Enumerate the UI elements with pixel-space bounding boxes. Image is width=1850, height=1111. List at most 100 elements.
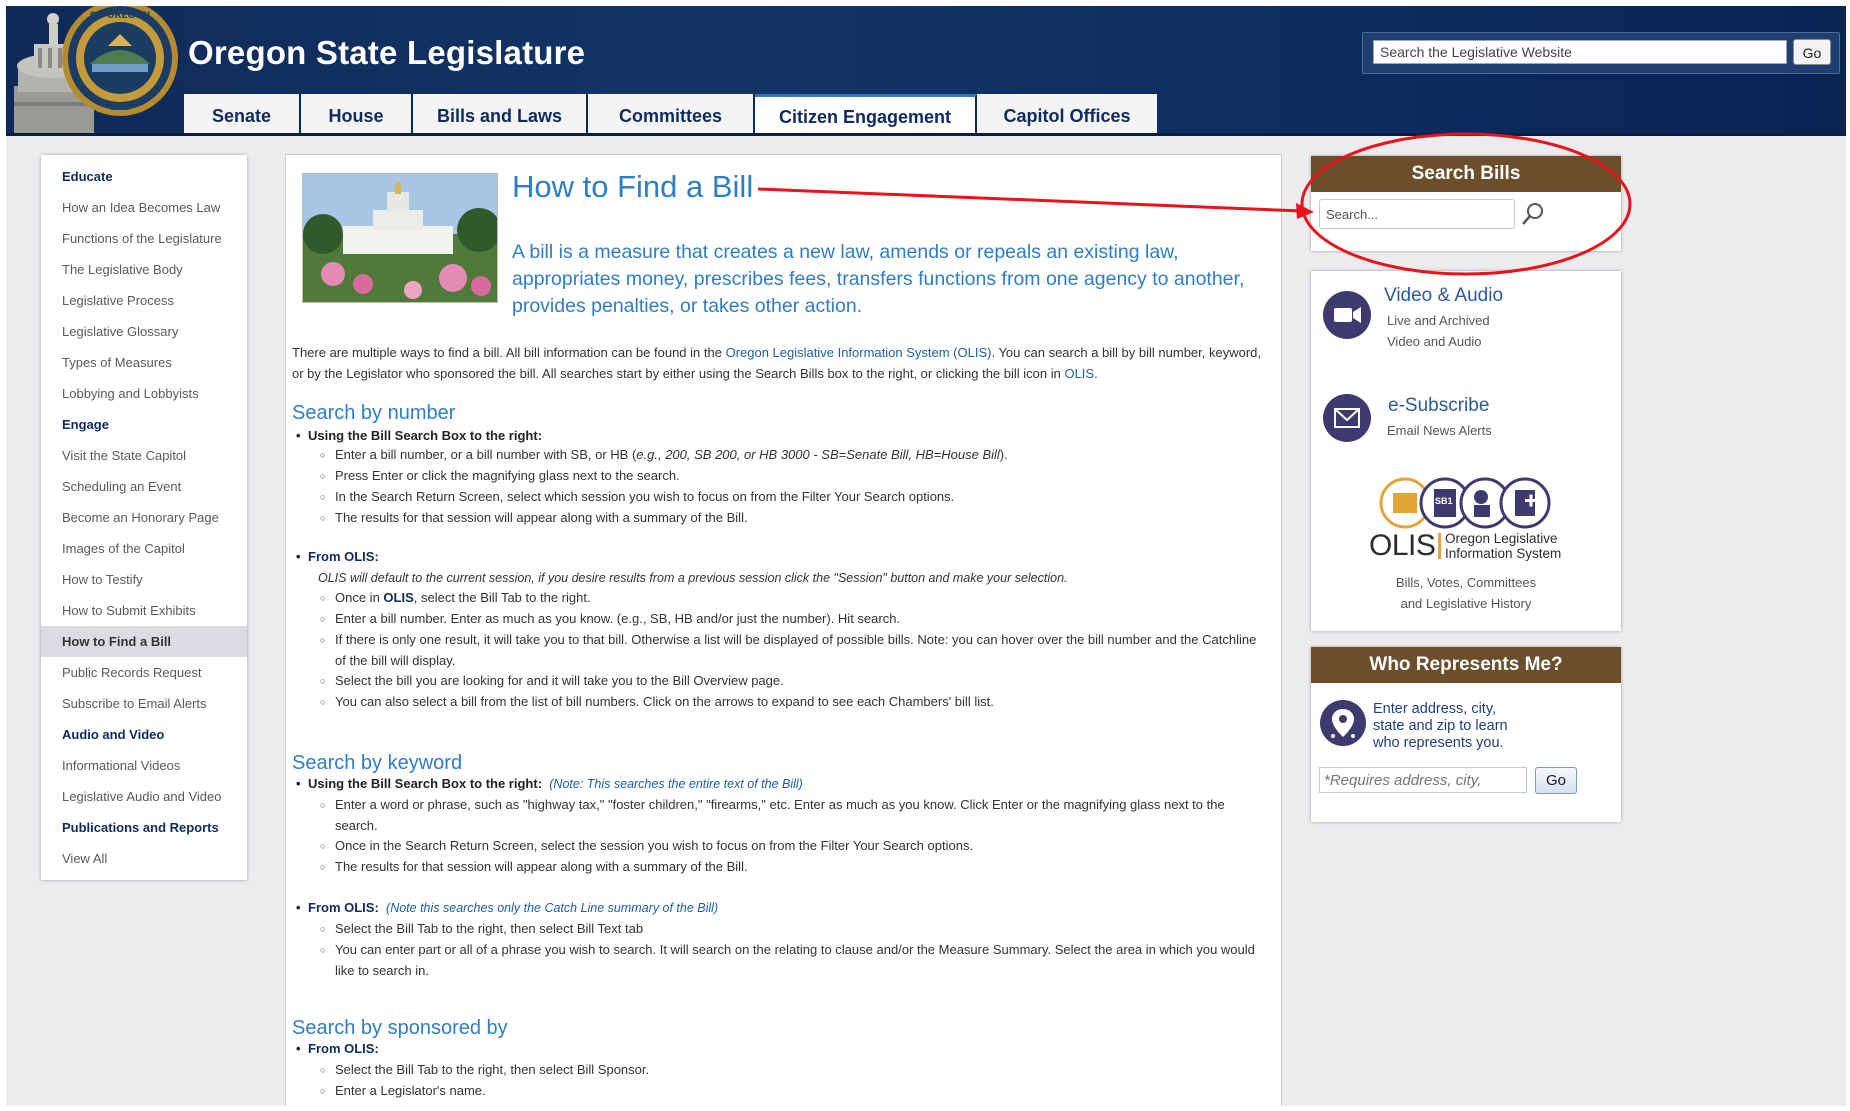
tab-citizen-engagement[interactable]: Citizen Engagement (755, 94, 977, 136)
sidebar-item-images-capitol[interactable]: Images of the Capitol (41, 533, 247, 564)
sidebar-item-find-a-bill[interactable]: How to Find a Bill (41, 626, 247, 657)
page-title: How to Find a Bill (512, 169, 754, 204)
envelope-icon[interactable] (1323, 394, 1371, 442)
list-item: Select the bill you are looking for and … (320, 671, 1265, 692)
sidebar-heading-educate[interactable]: Educate (41, 161, 247, 192)
list-item-text: , select the Bill Tab to the right. (413, 590, 591, 605)
video-audio-link[interactable]: Video & Audio (1384, 285, 1503, 307)
list-item: Select the Bill Tab to the right, then s… (320, 919, 1265, 940)
who-represents-widget: Who Represents Me? Enter address, city, … (1311, 647, 1621, 822)
sidebar-item-honorary-page[interactable]: Become an Honorary Page (41, 502, 247, 533)
sidebar-heading-engage[interactable]: Engage (41, 409, 247, 440)
tab-senate[interactable]: Senate (184, 94, 301, 136)
capitol-seal-logo[interactable]: OF OREGON 1859 (8, 6, 184, 136)
sidebar-item-visit-capitol[interactable]: Visit the State Capitol (41, 440, 247, 471)
sidebar-item-how-to-testify[interactable]: How to Testify (41, 564, 247, 595)
search-bills-title: Search Bills (1311, 156, 1621, 192)
sidebar-item-legislative-body[interactable]: The Legislative Body (41, 254, 247, 285)
intro-text-1: There are multiple ways to find a bill. … (292, 345, 726, 360)
sidebar-item-legislative-process[interactable]: Legislative Process (41, 285, 247, 316)
who-represents-go-button[interactable]: Go (1535, 767, 1577, 794)
olis-link-label[interactable]: From OLIS (308, 900, 374, 915)
search-icon[interactable] (1521, 202, 1545, 226)
olis-session-note: OLIS will default to the current session… (318, 571, 1068, 585)
sidebar-item-lobbying[interactable]: Lobbying and Lobbyists (41, 378, 247, 409)
sidebar-item-view-all[interactable]: View All (41, 843, 247, 874)
heading-search-by-sponsor: Search by sponsored by (292, 1017, 508, 1039)
site-search-go-button[interactable]: Go (1793, 39, 1831, 65)
map-pin-icon (1320, 700, 1366, 746)
heading-search-by-keyword: Search by keyword (292, 752, 463, 774)
olis-fullname: Oregon Legislative Information System (1445, 531, 1561, 561)
intro-paragraph: There are multiple ways to find a bill. … (292, 342, 1272, 384)
e-subscribe-link[interactable]: e-Subscribe (1388, 395, 1489, 417)
olis-name-line-1: Oregon Legislative (1445, 531, 1558, 546)
video-camera-icon[interactable] (1323, 291, 1371, 339)
main-nav-tabs: Senate House Bills and Laws Committees C… (184, 94, 1157, 136)
sidebar-item-informational-videos[interactable]: Informational Videos (41, 750, 247, 781)
colon: : (374, 900, 379, 915)
list-item: Select the Bill Tab to the right, then s… (320, 1060, 1265, 1081)
sidebar-heading-publications[interactable]: Publications and Reports (41, 812, 247, 843)
sidebar-item-email-alerts[interactable]: Subscribe to Email Alerts (41, 688, 247, 719)
sidebar-item-functions[interactable]: Functions of the Legislature (41, 223, 247, 254)
capitol-photo (302, 173, 498, 303)
sidebar-heading-audio-video[interactable]: Audio and Video (41, 719, 247, 750)
sidebar-item-scheduling-event[interactable]: Scheduling an Event (41, 471, 247, 502)
olis-catchline-note: (Note this searches only the Catch Line … (386, 901, 719, 915)
list-item: You can enter part or all of a phrase yo… (320, 940, 1265, 981)
intro-text-3: . (1094, 366, 1098, 381)
list-item: The results for that session will appear… (320, 857, 1265, 878)
bullet-keyword-search-box: Using the Bill Search Box to the right: … (296, 774, 803, 794)
list-item-example: e.g., 200, SB 200, or HB 3000 - SB=Senat… (636, 447, 1000, 462)
olis-divider (1438, 533, 1441, 559)
olis-link-2[interactable]: OLIS (1064, 366, 1094, 381)
tab-committees[interactable]: Committees (588, 94, 755, 136)
list-item: If there is only one result, it will tak… (320, 630, 1265, 671)
sidebar-nav: Educate How an Idea Becomes Law Function… (41, 155, 247, 880)
sidebar-item-idea-becomes-law[interactable]: How an Idea Becomes Law (41, 192, 247, 223)
site-title[interactable]: Oregon State Legislature (188, 34, 585, 72)
tab-house[interactable]: House (301, 94, 413, 136)
olis-icon-cluster[interactable]: SB1 (1371, 477, 1571, 529)
list-item: Enter a word or phrase, such as "highway… (320, 795, 1265, 836)
sidebar-item-glossary[interactable]: Legislative Glossary (41, 316, 247, 347)
list-item-text: Once in (335, 590, 384, 605)
olis-link-label[interactable]: From OLIS (308, 1041, 374, 1056)
main-content: How to Find a Bill A bill is a measure t… (285, 154, 1282, 1106)
list-item-text: ). (999, 447, 1008, 462)
tab-capitol-offices[interactable]: Capitol Offices (977, 94, 1157, 136)
who-represents-instructions: Enter address, city, state and zip to le… (1373, 701, 1508, 752)
sidebar-item-types-of-measures[interactable]: Types of Measures (41, 347, 247, 378)
list-item: Press Enter or click the magnifying glas… (320, 466, 1265, 487)
site-search-box: Go (1362, 32, 1840, 74)
sidebar-item-public-records[interactable]: Public Records Request (41, 657, 247, 688)
instruction-line: state and zip to learn (1373, 718, 1508, 734)
olis-link-label[interactable]: From OLIS: (308, 549, 379, 564)
who-represents-title: Who Represents Me? (1311, 647, 1621, 683)
keyword-note: (Note: This searches the entire text of … (549, 777, 803, 791)
bullet-bill-search-box: Using the Bill Search Box to the right: (296, 426, 542, 446)
bullet-from-olis: From OLIS: (296, 547, 379, 567)
address-input[interactable] (1319, 767, 1527, 793)
list-item-text: Enter a bill number, or a bill number wi… (335, 447, 637, 462)
heading-search-by-number: Search by number (292, 402, 456, 424)
sidebar-item-audio-video[interactable]: Legislative Audio and Video (41, 781, 247, 812)
bullet-label: Using the Bill Search Box to the right: (308, 776, 543, 791)
olis-logo-icons (1379, 477, 1551, 529)
list-item: Once in OLIS, select the Bill Tab to the… (320, 588, 1265, 609)
instruction-line: Enter address, city, (1373, 701, 1497, 717)
search-bills-widget: Search Bills Search... (1311, 156, 1621, 251)
olis-link[interactable]: Oregon Legislative Information System (O… (726, 345, 992, 360)
video-audio-sub-2: Video and Audio (1387, 334, 1482, 349)
sidebar-item-submit-exhibits[interactable]: How to Submit Exhibits (41, 595, 247, 626)
bullet-sponsor-from-olis: From OLIS: (296, 1039, 379, 1059)
tab-bills-and-laws[interactable]: Bills and Laws (413, 94, 588, 136)
olis-brand[interactable]: OLIS (1369, 529, 1436, 563)
olis-name-line-2: Information System (1445, 546, 1562, 561)
instruction-line: who represents you. (1373, 735, 1504, 751)
olis-inline-link[interactable]: OLIS (383, 590, 413, 605)
search-bills-input[interactable]: Search... (1319, 199, 1515, 229)
site-search-input[interactable] (1373, 40, 1787, 64)
services-panel: Video & Audio Live and Archived Video an… (1311, 271, 1621, 631)
